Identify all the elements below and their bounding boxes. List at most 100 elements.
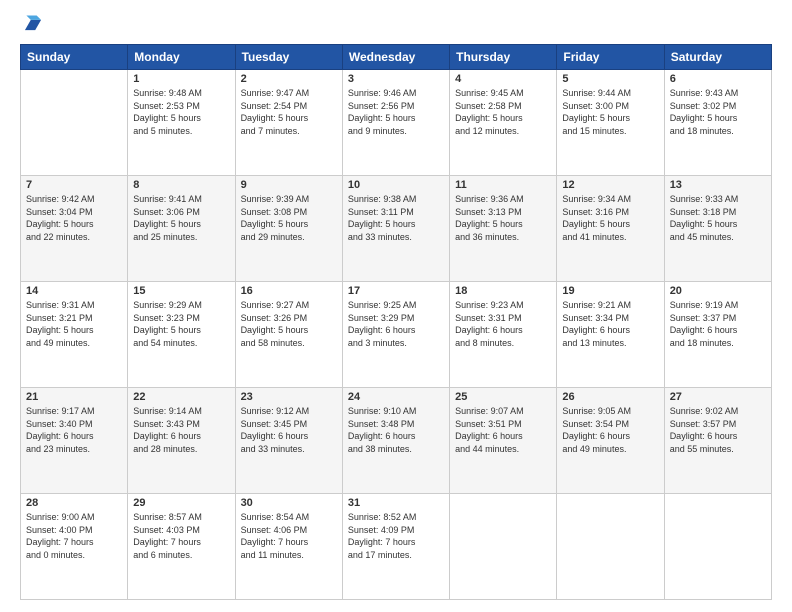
weekday-sunday: Sunday [21, 45, 128, 70]
day-info: Sunrise: 9:38 AM Sunset: 3:11 PM Dayligh… [348, 193, 444, 243]
calendar-cell: 22 Sunrise: 9:14 AM Sunset: 3:43 PM Dayli… [128, 388, 235, 494]
calendar-cell: 30 Sunrise: 8:54 AM Sunset: 4:06 PM Dayli… [235, 494, 342, 600]
calendar-cell: 1 Sunrise: 9:48 AM Sunset: 2:53 PM Daylig… [128, 70, 235, 176]
day-number: 19 [562, 285, 658, 297]
day-number: 5 [562, 73, 658, 85]
weekday-tuesday: Tuesday [235, 45, 342, 70]
day-info: Sunrise: 9:42 AM Sunset: 3:04 PM Dayligh… [26, 193, 122, 243]
logo-icon [22, 14, 44, 36]
day-number: 31 [348, 497, 444, 509]
page: SundayMondayTuesdayWednesdayThursdayFrid… [0, 0, 792, 612]
calendar-cell [664, 494, 771, 600]
day-number: 23 [241, 391, 337, 403]
day-number: 11 [455, 179, 551, 191]
calendar-cell: 21 Sunrise: 9:17 AM Sunset: 3:40 PM Dayli… [21, 388, 128, 494]
day-number: 7 [26, 179, 122, 191]
day-info: Sunrise: 9:14 AM Sunset: 3:43 PM Dayligh… [133, 405, 229, 455]
weekday-thursday: Thursday [450, 45, 557, 70]
day-info: Sunrise: 9:17 AM Sunset: 3:40 PM Dayligh… [26, 405, 122, 455]
day-number: 20 [670, 285, 766, 297]
calendar-cell: 2Sunrise: 9:47 AM Sunset: 2:54 PM Daylig… [235, 70, 342, 176]
calendar: SundayMondayTuesdayWednesdayThursdayFrid… [20, 44, 772, 600]
day-info: Sunrise: 8:57 AM Sunset: 4:03 PM Dayligh… [133, 511, 229, 561]
day-number: 28 [26, 497, 122, 509]
calendar-cell [557, 494, 664, 600]
day-info: Sunrise: 9:19 AM Sunset: 3:37 PM Dayligh… [670, 299, 766, 349]
day-number: 10 [348, 179, 444, 191]
weekday-header-row: SundayMondayTuesdayWednesdayThursdayFrid… [21, 45, 772, 70]
calendar-cell: 28 Sunrise: 9:00 AM Sunset: 4:00 PM Dayli… [21, 494, 128, 600]
day-info: Sunrise: 9:34 AM Sunset: 3:16 PM Dayligh… [562, 193, 658, 243]
day-number: 27 [670, 391, 766, 403]
week-row-2: 14 Sunrise: 9:31 AM Sunset: 3:21 PM Dayli… [21, 282, 772, 388]
weekday-saturday: Saturday [664, 45, 771, 70]
calendar-cell: 25 Sunrise: 9:07 AM Sunset: 3:51 PM Dayli… [450, 388, 557, 494]
day-number: 8 [133, 179, 229, 191]
week-row-3: 21 Sunrise: 9:17 AM Sunset: 3:40 PM Dayli… [21, 388, 772, 494]
calendar-cell: 12 Sunrise: 9:34 AM Sunset: 3:16 PM Dayli… [557, 176, 664, 282]
header [20, 16, 772, 36]
day-info: Sunrise: 9:27 AM Sunset: 3:26 PM Dayligh… [241, 299, 337, 349]
calendar-cell: 10 Sunrise: 9:38 AM Sunset: 3:11 PM Dayli… [342, 176, 449, 282]
day-info: Sunrise: 8:54 AM Sunset: 4:06 PM Dayligh… [241, 511, 337, 561]
day-number: 9 [241, 179, 337, 191]
day-number: 18 [455, 285, 551, 297]
day-number: 16 [241, 285, 337, 297]
calendar-cell: 9Sunrise: 9:39 AM Sunset: 3:08 PM Daylig… [235, 176, 342, 282]
day-number: 4 [455, 73, 551, 85]
day-number: 13 [670, 179, 766, 191]
calendar-cell: 7 Sunrise: 9:42 AM Sunset: 3:04 PM Daylig… [21, 176, 128, 282]
day-info: Sunrise: 9:36 AM Sunset: 3:13 PM Dayligh… [455, 193, 551, 243]
day-info: Sunrise: 8:52 AM Sunset: 4:09 PM Dayligh… [348, 511, 444, 561]
day-number: 21 [26, 391, 122, 403]
calendar-cell: 3 Sunrise: 9:46 AM Sunset: 2:56 PM Daylig… [342, 70, 449, 176]
day-info: Sunrise: 9:07 AM Sunset: 3:51 PM Dayligh… [455, 405, 551, 455]
day-info: Sunrise: 9:29 AM Sunset: 3:23 PM Dayligh… [133, 299, 229, 349]
day-info: Sunrise: 9:45 AM Sunset: 2:58 PM Dayligh… [455, 87, 551, 137]
weekday-monday: Monday [128, 45, 235, 70]
calendar-cell: 16 Sunrise: 9:27 AM Sunset: 3:26 PM Dayli… [235, 282, 342, 388]
day-info: Sunrise: 9:23 AM Sunset: 3:31 PM Dayligh… [455, 299, 551, 349]
day-number: 3 [348, 73, 444, 85]
weekday-wednesday: Wednesday [342, 45, 449, 70]
day-info: Sunrise: 9:43 AM Sunset: 3:02 PM Dayligh… [670, 87, 766, 137]
day-number: 29 [133, 497, 229, 509]
calendar-cell: 27Sunrise: 9:02 AM Sunset: 3:57 PM Dayli… [664, 388, 771, 494]
calendar-cell: 31 Sunrise: 8:52 AM Sunset: 4:09 PM Dayli… [342, 494, 449, 600]
calendar-cell: 17 Sunrise: 9:25 AM Sunset: 3:29 PM Dayli… [342, 282, 449, 388]
day-number: 30 [241, 497, 337, 509]
week-row-1: 7 Sunrise: 9:42 AM Sunset: 3:04 PM Daylig… [21, 176, 772, 282]
day-number: 14 [26, 285, 122, 297]
day-number: 25 [455, 391, 551, 403]
day-info: Sunrise: 9:25 AM Sunset: 3:29 PM Dayligh… [348, 299, 444, 349]
day-info: Sunrise: 9:05 AM Sunset: 3:54 PM Dayligh… [562, 405, 658, 455]
week-row-4: 28 Sunrise: 9:00 AM Sunset: 4:00 PM Dayli… [21, 494, 772, 600]
day-number: 1 [133, 73, 229, 85]
day-info: Sunrise: 9:46 AM Sunset: 2:56 PM Dayligh… [348, 87, 444, 137]
day-number: 2 [241, 73, 337, 85]
day-number: 24 [348, 391, 444, 403]
calendar-cell: 13Sunrise: 9:33 AM Sunset: 3:18 PM Dayli… [664, 176, 771, 282]
day-info: Sunrise: 9:44 AM Sunset: 3:00 PM Dayligh… [562, 87, 658, 137]
calendar-cell: 18 Sunrise: 9:23 AM Sunset: 3:31 PM Dayli… [450, 282, 557, 388]
weekday-friday: Friday [557, 45, 664, 70]
calendar-cell: 15 Sunrise: 9:29 AM Sunset: 3:23 PM Dayli… [128, 282, 235, 388]
day-info: Sunrise: 9:10 AM Sunset: 3:48 PM Dayligh… [348, 405, 444, 455]
day-number: 17 [348, 285, 444, 297]
day-number: 15 [133, 285, 229, 297]
day-number: 22 [133, 391, 229, 403]
logo [20, 16, 44, 36]
calendar-cell [450, 494, 557, 600]
day-info: Sunrise: 9:21 AM Sunset: 3:34 PM Dayligh… [562, 299, 658, 349]
calendar-cell: 23 Sunrise: 9:12 AM Sunset: 3:45 PM Dayli… [235, 388, 342, 494]
week-row-0: 1 Sunrise: 9:48 AM Sunset: 2:53 PM Daylig… [21, 70, 772, 176]
calendar-cell: 20 Sunrise: 9:19 AM Sunset: 3:37 PM Dayli… [664, 282, 771, 388]
day-number: 12 [562, 179, 658, 191]
day-info: Sunrise: 9:12 AM Sunset: 3:45 PM Dayligh… [241, 405, 337, 455]
calendar-cell: 11 Sunrise: 9:36 AM Sunset: 3:13 PM Dayli… [450, 176, 557, 282]
day-info: Sunrise: 9:41 AM Sunset: 3:06 PM Dayligh… [133, 193, 229, 243]
day-number: 26 [562, 391, 658, 403]
day-info: Sunrise: 9:48 AM Sunset: 2:53 PM Dayligh… [133, 87, 229, 137]
day-info: Sunrise: 9:00 AM Sunset: 4:00 PM Dayligh… [26, 511, 122, 561]
day-info: Sunrise: 9:31 AM Sunset: 3:21 PM Dayligh… [26, 299, 122, 349]
